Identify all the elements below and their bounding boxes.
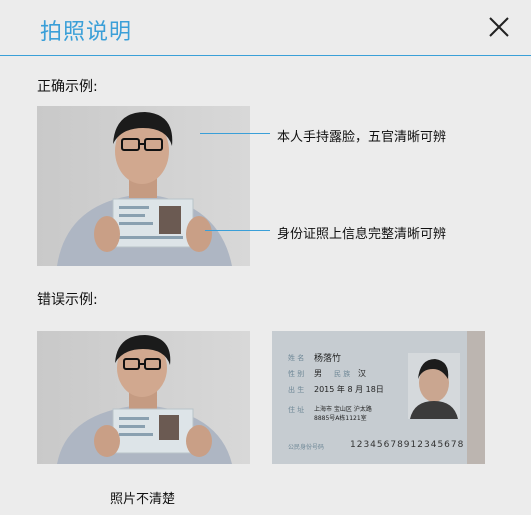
id-gender-label: 性 别: [288, 370, 305, 378]
dialog-header: 拍照说明: [0, 0, 531, 56]
wrong-example-photo-idcard: 姓 名 杨落竹 性 别 男 民 族 汉 出 生 2015 年 8 月 18日 住…: [272, 331, 485, 464]
wrong-example-label: 错误示例:: [37, 292, 98, 308]
id-number-value: 12345678912345678: [350, 440, 465, 450]
annotation-face: 本人手持露脸，五官清晰可辨: [277, 130, 447, 145]
correct-example-label: 正确示例:: [37, 79, 98, 95]
annotation-line-face: [200, 133, 270, 134]
id-number-label: 公民身份号码: [288, 444, 325, 451]
id-birth-value: 2015 年 8 月 18日: [314, 385, 384, 394]
id-ethnicity-label: 民 族: [334, 370, 351, 378]
id-address-line1: 上海市 宝山区 沪太路: [314, 406, 372, 413]
wrong-example-photo-blurry: [37, 331, 250, 464]
id-name-label: 姓 名: [288, 354, 305, 362]
id-birth-label: 出 生: [288, 386, 305, 394]
id-address-line2: 8885号A栋1121室: [314, 415, 367, 422]
annotation-line-card: [205, 230, 270, 231]
id-gender-value: 男: [314, 369, 322, 378]
id-address-label: 住 址: [288, 406, 305, 414]
id-ethnicity-value: 汉: [358, 369, 366, 378]
close-icon[interactable]: [486, 14, 512, 40]
correct-example-photo: [37, 106, 250, 266]
caption-blurry: 照片不清楚: [110, 492, 176, 507]
dialog-title: 拍照说明: [40, 20, 133, 45]
annotation-card: 身份证照上信息完整清晰可辨: [277, 227, 447, 242]
id-name-value: 杨落竹: [314, 354, 342, 364]
